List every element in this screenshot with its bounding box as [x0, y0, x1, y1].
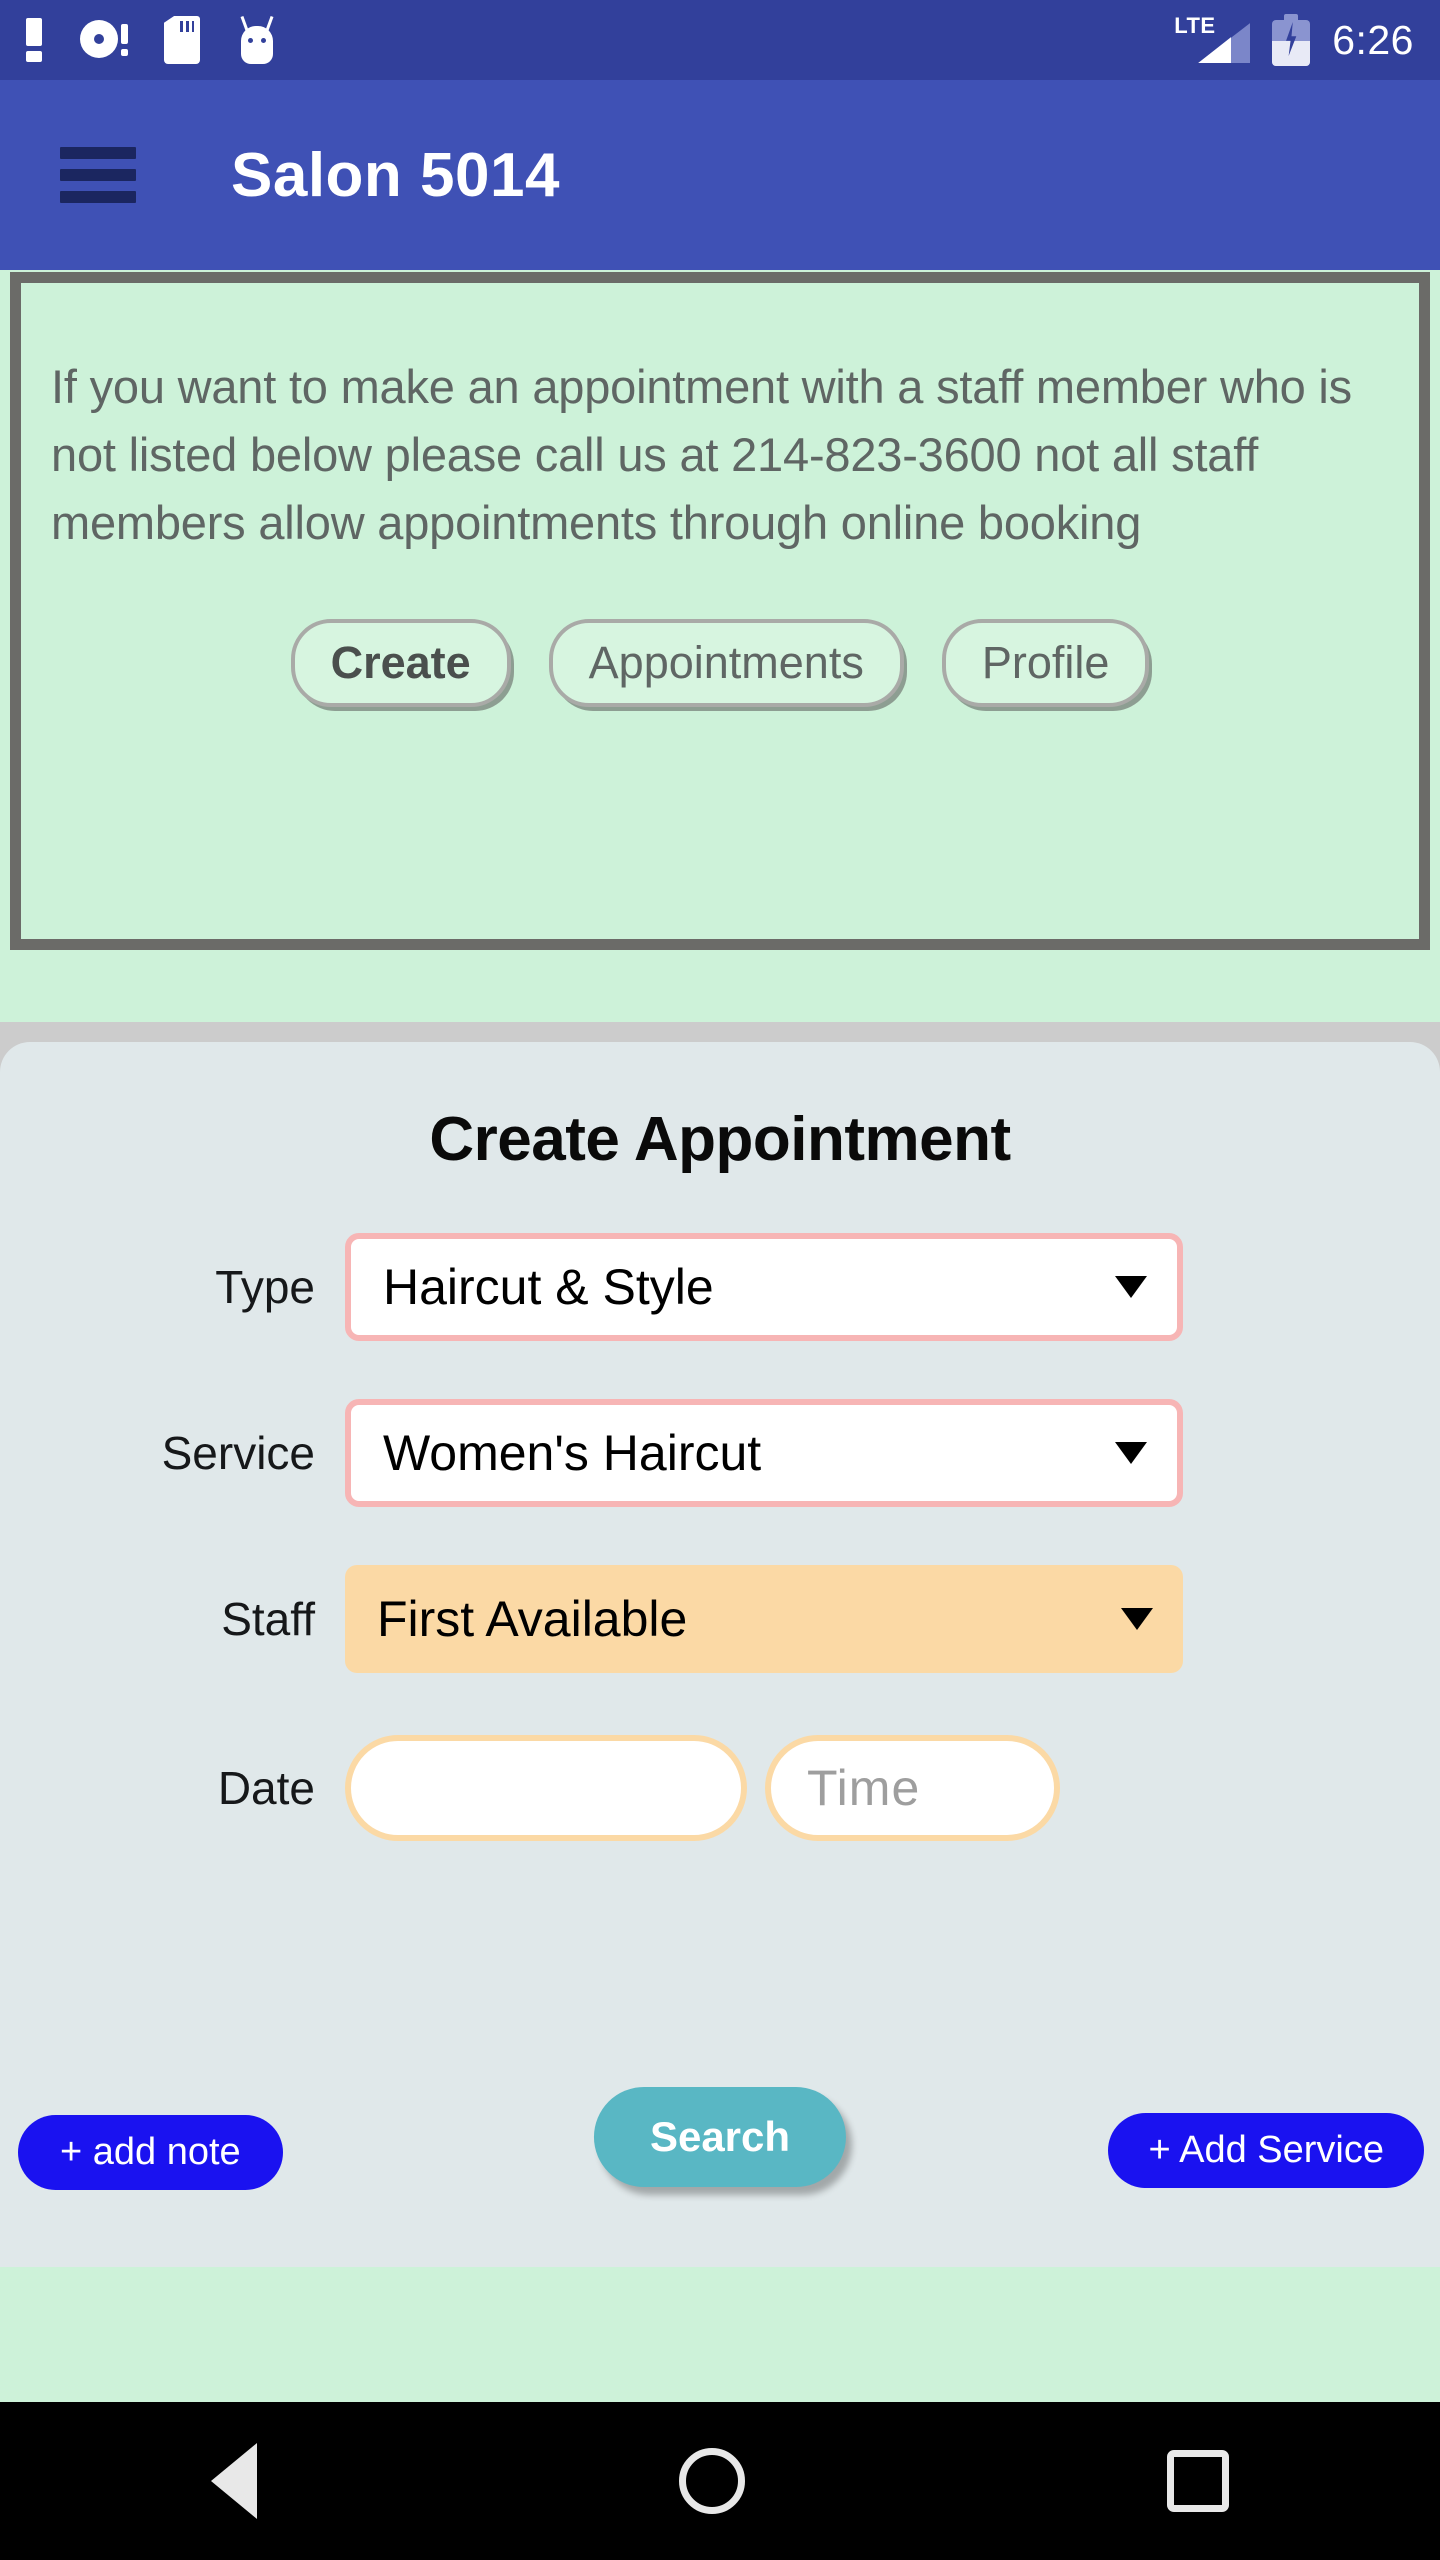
hamburger-menu-icon[interactable]: [60, 147, 136, 203]
notice-panel-inner: If you want to make an appointment with …: [21, 283, 1419, 939]
home-circle-icon[interactable]: [679, 2448, 745, 2514]
field-row-service: Service Women's Haircut: [0, 1399, 1440, 1507]
status-bar-left-icons: [26, 15, 278, 64]
notice-panel: If you want to make an appointment with …: [10, 272, 1430, 950]
status-bar: LTE 6:26: [0, 0, 1440, 80]
android-nav-bar: [0, 2402, 1440, 2560]
type-select-value: Haircut & Style: [383, 1259, 714, 1315]
warning-exclamation-icon: [26, 18, 42, 62]
notice-text: If you want to make an appointment with …: [51, 360, 1352, 550]
tab-appointments[interactable]: Appointments: [548, 619, 904, 708]
field-row-type: Type Haircut & Style: [0, 1233, 1440, 1341]
field-row-date: Date Time: [0, 1735, 1440, 1841]
tab-create[interactable]: Create: [290, 619, 511, 708]
nav-tabs: Create Appointments Profile: [51, 619, 1389, 708]
battery-charging-icon: [1272, 14, 1311, 66]
back-triangle-icon[interactable]: [211, 2443, 257, 2519]
time-input-placeholder: Time: [807, 1760, 921, 1816]
card-title: Create Appointment: [429, 1105, 1011, 1174]
chevron-down-icon: [1121, 1608, 1153, 1630]
time-input[interactable]: Time: [765, 1735, 1060, 1841]
tab-profile[interactable]: Profile: [941, 619, 1150, 708]
status-bar-clock: 6:26: [1332, 16, 1414, 63]
lte-signal-icon: LTE: [1174, 13, 1251, 65]
add-note-button[interactable]: + add note: [18, 2115, 283, 2190]
mint-footer: [0, 2267, 1440, 2402]
android-droid-icon: [236, 15, 278, 64]
label-type: Type: [215, 1261, 315, 1313]
app-bar: Salon 5014: [0, 80, 1440, 270]
staff-select-value: First Available: [377, 1591, 688, 1647]
phone-screen: LTE 6:26 Salon 5014 If you want to make …: [0, 0, 1440, 2560]
date-input[interactable]: [345, 1735, 747, 1841]
staff-select[interactable]: First Available: [345, 1565, 1183, 1673]
lte-label: LTE: [1174, 13, 1216, 38]
service-select-value: Women's Haircut: [383, 1425, 762, 1481]
service-select[interactable]: Women's Haircut: [345, 1399, 1183, 1507]
label-service: Service: [161, 1427, 315, 1479]
label-date: Date: [217, 1762, 315, 1814]
page-title: Salon 5014: [231, 140, 560, 210]
label-staff: Staff: [221, 1593, 315, 1645]
search-button[interactable]: Search: [593, 2087, 847, 2187]
action-button-row: + add note Search + Add Service: [0, 2075, 1440, 2215]
add-service-button[interactable]: + Add Service: [1108, 2113, 1424, 2188]
chevron-down-icon: [1115, 1442, 1147, 1464]
create-appointment-card: Create Appointment Type Haircut & Style …: [0, 1042, 1440, 2267]
sd-card-icon: [164, 16, 200, 64]
recents-square-icon[interactable]: [1167, 2450, 1229, 2512]
disc-alert-icon: [78, 18, 128, 62]
status-bar-right-icons: LTE 6:26: [1174, 13, 1414, 66]
type-select[interactable]: Haircut & Style: [345, 1233, 1183, 1341]
field-row-staff: Staff First Available: [0, 1565, 1440, 1673]
chevron-down-icon: [1115, 1276, 1147, 1298]
